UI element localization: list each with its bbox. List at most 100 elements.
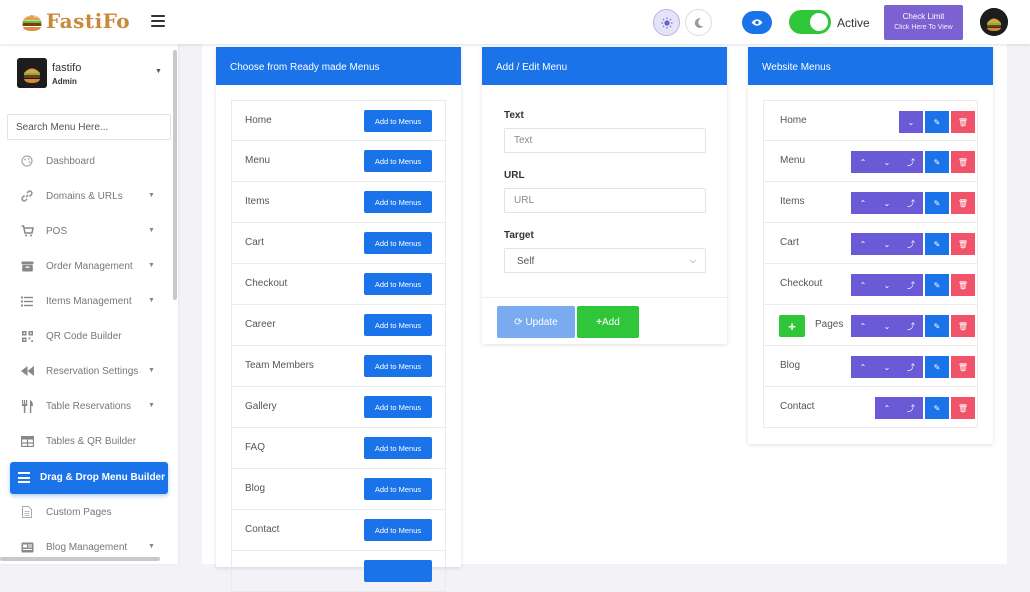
edit-button[interactable]: ✎ bbox=[925, 356, 949, 378]
move-down-button[interactable]: ⌄ bbox=[875, 356, 899, 378]
sidebar-item-orders[interactable]: Order Management ▼ bbox=[0, 251, 172, 281]
add-to-menus-button[interactable] bbox=[364, 560, 432, 582]
sidebar-item-label: Order Management bbox=[46, 261, 133, 272]
website-menu-row[interactable]: Items ⌃ ⌄ ⤴ ✎ 🗑 bbox=[763, 182, 978, 223]
add-to-menus-button[interactable]: Add to Menus bbox=[364, 355, 432, 377]
sidebar-item-items[interactable]: Items Management ▼ bbox=[0, 286, 172, 316]
delete-button[interactable]: 🗑 bbox=[951, 315, 975, 337]
add-to-menus-button[interactable]: Add to Menus bbox=[364, 314, 432, 336]
text-field[interactable] bbox=[504, 128, 706, 153]
expand-submenu-button[interactable]: + bbox=[779, 315, 805, 337]
logo[interactable]: FastiFo bbox=[20, 9, 130, 33]
dark-theme-button[interactable] bbox=[685, 9, 712, 36]
edit-button[interactable]: ✎ bbox=[925, 397, 949, 419]
ready-menu-row: Home Add to Menus bbox=[231, 100, 446, 141]
delete-button[interactable]: 🗑 bbox=[951, 111, 975, 133]
indent-button[interactable]: ⤴ bbox=[899, 233, 923, 255]
sidebar-profile[interactable]: fastifo Admin ▼ bbox=[17, 58, 167, 90]
sidebar-item-domains[interactable]: Domains & URLs ▼ bbox=[0, 181, 172, 211]
delete-button[interactable]: 🗑 bbox=[951, 274, 975, 296]
website-menu-row[interactable]: Blog ⌃ ⌄ ⤴ ✎ 🗑 bbox=[763, 346, 978, 387]
indent-button[interactable]: ⤴ bbox=[899, 192, 923, 214]
url-field[interactable] bbox=[504, 188, 706, 213]
delete-button[interactable]: 🗑 bbox=[951, 233, 975, 255]
add-to-menus-button[interactable]: Add to Menus bbox=[364, 519, 432, 541]
delete-button[interactable]: 🗑 bbox=[951, 192, 975, 214]
sidebar-horizontal-scrollbar[interactable] bbox=[0, 557, 160, 561]
add-to-menus-button[interactable]: Add to Menus bbox=[364, 232, 432, 254]
indent-button[interactable]: ⤴ bbox=[899, 397, 923, 419]
profile-role: Admin bbox=[52, 77, 77, 86]
delete-button[interactable]: 🗑 bbox=[951, 397, 975, 419]
move-down-button[interactable]: ⌄ bbox=[875, 315, 899, 337]
edit-button[interactable]: ✎ bbox=[925, 315, 949, 337]
move-down-button[interactable]: ⌄ bbox=[875, 151, 899, 173]
move-down-button[interactable]: ⌄ bbox=[875, 274, 899, 296]
indent-button[interactable]: ⤴ bbox=[899, 274, 923, 296]
check-limit-button[interactable]: Check Limit Click Here To View bbox=[884, 5, 963, 40]
move-up-button[interactable]: ⌃ bbox=[851, 274, 875, 296]
add-to-menus-button[interactable]: Add to Menus bbox=[364, 478, 432, 500]
active-toggle[interactable] bbox=[789, 10, 831, 34]
sidebar-item-tables-qr[interactable]: Tables & QR Builder bbox=[0, 426, 172, 456]
add-to-menus-button[interactable]: Add to Menus bbox=[364, 396, 432, 418]
add-to-menus-button[interactable]: Add to Menus bbox=[364, 437, 432, 459]
website-menu-row[interactable]: Contact ⌃ ⤴ ✎ 🗑 bbox=[763, 387, 978, 428]
sidebar-item-table-reservations[interactable]: Table Reservations ▼ bbox=[0, 391, 172, 421]
update-button[interactable]: ⟳ Update bbox=[497, 306, 575, 338]
sidebar-item-label: POS bbox=[46, 226, 68, 237]
caret-down-icon[interactable]: ▼ bbox=[155, 68, 162, 75]
chevron-up-icon: ⌃ bbox=[859, 280, 867, 290]
move-up-button[interactable]: ⌃ bbox=[875, 397, 899, 419]
sidebar-item-pos[interactable]: POS ▼ bbox=[0, 216, 172, 246]
sidebar-item-reservation-settings[interactable]: Reservation Settings ▼ bbox=[0, 356, 172, 386]
sidebar-search-input[interactable] bbox=[7, 114, 171, 140]
indent-button[interactable]: ⤴ bbox=[899, 151, 923, 173]
delete-button[interactable]: 🗑 bbox=[951, 151, 975, 173]
add-button[interactable]: +Add bbox=[577, 306, 639, 338]
view-site-button[interactable] bbox=[742, 11, 772, 34]
indent-button[interactable]: ⤴ bbox=[899, 315, 923, 337]
ready-menu-label: Blog bbox=[245, 483, 266, 494]
ready-menus-card: Choose from Ready made Menus Home Add to … bbox=[216, 47, 461, 592]
indent-button[interactable]: ⤴ bbox=[899, 356, 923, 378]
edit-button[interactable]: ✎ bbox=[925, 274, 949, 296]
delete-button[interactable]: 🗑 bbox=[951, 356, 975, 378]
move-down-button[interactable]: ⌄ bbox=[899, 111, 923, 133]
add-to-menus-button[interactable]: Add to Menus bbox=[364, 273, 432, 295]
website-menu-row[interactable]: Home ⌄ ✎ 🗑 bbox=[763, 100, 978, 141]
ready-menu-row: Checkout Add to Menus bbox=[231, 264, 446, 305]
move-down-button[interactable]: ⌄ bbox=[875, 192, 899, 214]
website-menu-row[interactable]: + Pages ⌃ ⌄ ⤴ ✎ 🗑 bbox=[763, 305, 978, 346]
edit-button[interactable]: ✎ bbox=[925, 151, 949, 173]
sidebar-item-custom-pages[interactable]: Custom Pages bbox=[0, 497, 172, 527]
move-up-button[interactable]: ⌃ bbox=[851, 315, 875, 337]
add-to-menus-button[interactable]: Add to Menus bbox=[364, 110, 432, 132]
sidebar-item-menu-builder[interactable]: Drag & Drop Menu Builder bbox=[10, 462, 168, 494]
ready-menu-label: Career bbox=[245, 319, 276, 330]
hamburger-menu-icon[interactable] bbox=[151, 15, 165, 27]
move-up-button[interactable]: ⌃ bbox=[851, 233, 875, 255]
website-menu-row[interactable]: Checkout ⌃ ⌄ ⤴ ✎ 🗑 bbox=[763, 264, 978, 305]
move-up-button[interactable]: ⌃ bbox=[851, 151, 875, 173]
trash-icon: 🗑 bbox=[957, 117, 969, 127]
edit-button[interactable]: ✎ bbox=[925, 233, 949, 255]
website-menu-row[interactable]: Menu ⌃ ⌄ ⤴ ✎ 🗑 bbox=[763, 141, 978, 182]
add-to-menus-button[interactable]: Add to Menus bbox=[364, 150, 432, 172]
move-up-button[interactable]: ⌃ bbox=[851, 192, 875, 214]
sidebar-item-dashboard[interactable]: Dashboard bbox=[0, 146, 172, 176]
edit-button[interactable]: ✎ bbox=[925, 192, 949, 214]
ready-menu-label: Checkout bbox=[245, 278, 288, 289]
trash-icon: 🗑 bbox=[957, 157, 969, 167]
website-menu-row[interactable]: Cart ⌃ ⌄ ⤴ ✎ 🗑 bbox=[763, 223, 978, 264]
ready-menu-row: Gallery Add to Menus bbox=[231, 387, 446, 428]
light-theme-button[interactable] bbox=[653, 9, 680, 36]
sidebar-item-qr-builder[interactable]: QR Code Builder bbox=[0, 321, 172, 351]
add-to-menus-button[interactable]: Add to Menus bbox=[364, 191, 432, 213]
user-avatar[interactable] bbox=[980, 8, 1008, 36]
move-down-button[interactable]: ⌄ bbox=[875, 233, 899, 255]
move-up-button[interactable]: ⌃ bbox=[851, 356, 875, 378]
target-select[interactable]: Self ⌵ bbox=[504, 248, 706, 273]
edit-button[interactable]: ✎ bbox=[925, 111, 949, 133]
sidebar-scrollbar[interactable] bbox=[173, 50, 177, 300]
